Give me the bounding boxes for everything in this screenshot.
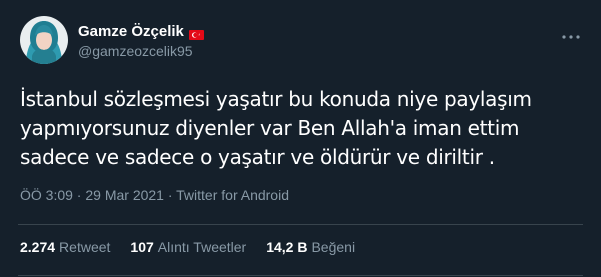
- divider: [18, 275, 583, 276]
- divider: [18, 224, 583, 225]
- avatar-image: [20, 16, 68, 64]
- tweet-text: İstanbul sözleşmesi yaşatır bu konuda ni…: [20, 87, 532, 169]
- quote-tweets-label: Alıntı Tweetler: [157, 239, 247, 255]
- name-row: Gamze Özçelik: [78, 21, 204, 42]
- tweet-stats: 2.274 Retweet 107 Alıntı Tweetler 14,2 B…: [20, 239, 375, 255]
- retweet-count: 2.274: [20, 239, 56, 255]
- tweet-card: Gamze Özçelik @gamzeozcelik95 İstanbul s…: [0, 0, 601, 277]
- turkey-flag-icon: [188, 27, 204, 40]
- author-names: Gamze Özçelik @gamzeozcelik95: [78, 21, 204, 59]
- retweet-stat[interactable]: 2.274 Retweet: [20, 239, 110, 255]
- avatar[interactable]: [20, 16, 68, 64]
- quote-tweets-stat[interactable]: 107 Alıntı Tweetler: [130, 239, 246, 255]
- likes-count: 14,2 B: [266, 239, 308, 255]
- retweet-label: Retweet: [59, 239, 111, 255]
- likes-stat[interactable]: 14,2 B Beğeni: [266, 239, 355, 255]
- author-display-name[interactable]: Gamze Özçelik: [78, 23, 184, 40]
- tweet-timestamp-source[interactable]: ÖÖ 3:09 · 29 Mar 2021 · Twitter for Andr…: [17, 187, 584, 203]
- author-handle[interactable]: @gamzeozcelik95: [78, 43, 204, 59]
- quote-tweets-count: 107: [130, 239, 154, 255]
- more-dots-icon[interactable]: [561, 28, 581, 39]
- tweet-header: Gamze Özçelik @gamzeozcelik95: [17, 16, 584, 64]
- likes-label: Beğeni: [311, 239, 356, 255]
